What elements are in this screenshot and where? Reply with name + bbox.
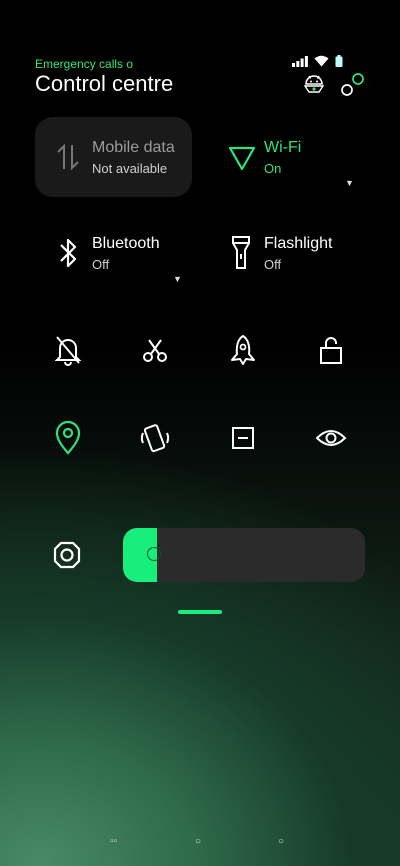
home-button[interactable]: ○ (195, 836, 201, 847)
brightness-thumb[interactable] (147, 547, 161, 561)
location-button[interactable] (50, 420, 86, 456)
wifi-text: Wi-Fi On (264, 139, 301, 176)
bluetooth-text: Bluetooth Off (92, 235, 160, 272)
brightness-auto-button[interactable] (49, 537, 85, 573)
screenshot-button[interactable] (137, 332, 173, 368)
bluetooth-expand-arrow-icon[interactable]: ▼ (173, 274, 182, 284)
location-icon (55, 421, 81, 455)
wifi-status-icon (314, 55, 329, 67)
brightness-octagon-icon (53, 541, 81, 569)
signal-icon (292, 55, 308, 67)
flashlight-icon (223, 235, 259, 271)
auto-rotate-icon (140, 424, 170, 453)
wifi-status: On (264, 161, 282, 176)
status-icons (292, 55, 343, 67)
emergency-calls-status: Emergency calls o (35, 57, 134, 71)
silent-bell-button[interactable] (50, 332, 86, 368)
settings-circles-icon (341, 73, 364, 96)
airplane-icon (231, 335, 255, 365)
scissors-icon (143, 339, 167, 362)
back-button[interactable]: ○ (278, 836, 284, 847)
airplane-mode-button[interactable] (225, 332, 261, 368)
page-title: Control centre (35, 71, 174, 96)
bluetooth-icon (50, 235, 86, 271)
mode-icon (232, 427, 254, 449)
settings-button[interactable] (339, 72, 365, 98)
flashlight-label: Flashlight (264, 235, 333, 252)
drag-handle[interactable] (178, 610, 222, 614)
wifi-triangle-icon (224, 140, 260, 176)
brightness-slider[interactable] (123, 528, 365, 582)
unlock-icon (320, 337, 342, 364)
eye-icon (315, 430, 347, 446)
wifi-label: Wi-Fi (264, 139, 302, 156)
battery-icon (335, 55, 343, 67)
silent-bell-icon (54, 336, 82, 366)
wifi-expand-arrow-icon[interactable]: ▼ (345, 178, 354, 188)
mobile-data-label: Mobile data (92, 139, 175, 156)
eye-comfort-button[interactable] (313, 420, 349, 456)
mobile-data-text: Mobile data Not available (92, 139, 184, 176)
flashlight-text: Flashlight Off (264, 235, 332, 272)
screen-lock-button[interactable] (313, 332, 349, 368)
flashlight-status: Off (264, 257, 282, 272)
bluetooth-label: Bluetooth (92, 235, 160, 252)
mobile-data-arrows-icon (50, 139, 86, 175)
mobile-data-status: Not available (92, 161, 168, 176)
bluetooth-status: Off (92, 257, 110, 272)
android-debug-button[interactable] (302, 72, 326, 96)
recents-button[interactable]: ▫▫ (110, 836, 117, 847)
auto-rotate-button[interactable] (137, 420, 173, 456)
mode-toggle-button[interactable] (225, 420, 261, 456)
android-icon (303, 75, 325, 93)
